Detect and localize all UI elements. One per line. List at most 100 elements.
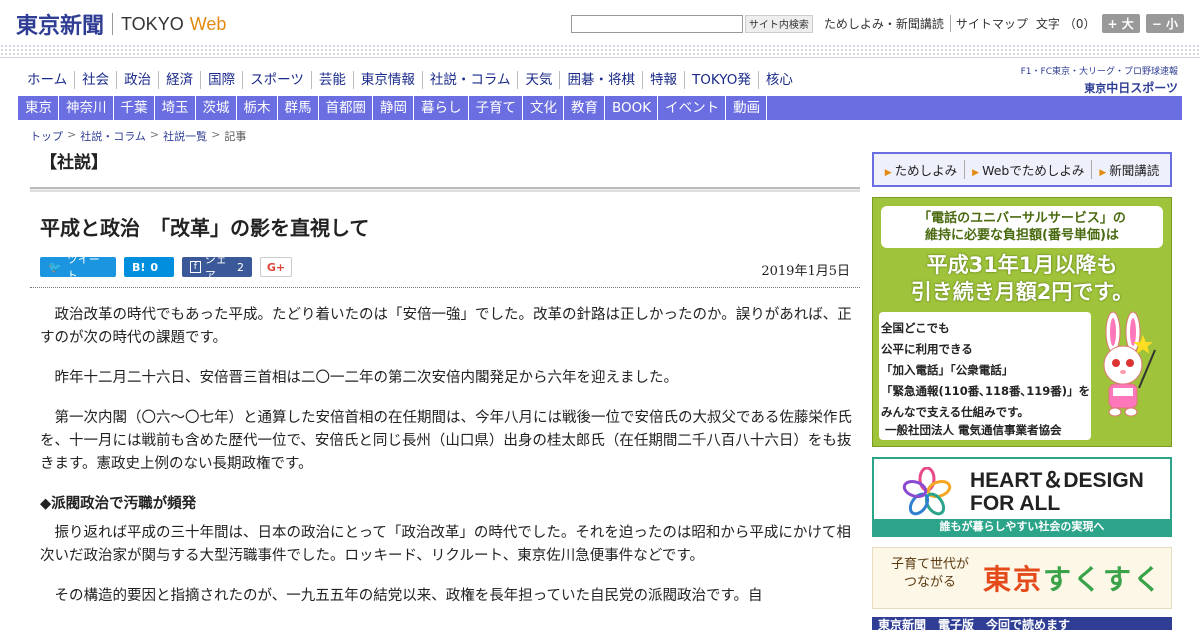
main-nav-item[interactable]: 東京情報 (352, 71, 422, 89)
logo-web: Web (189, 13, 227, 34)
hatena-icon: B! (132, 260, 146, 274)
main-nav-item[interactable]: 社説・コラム (421, 71, 518, 89)
region-nav-item[interactable]: 茨城 (196, 96, 237, 120)
heart-design-title: HEART＆DESIGN FOR ALL (970, 469, 1144, 515)
region-nav-item[interactable]: イベント (658, 96, 727, 120)
main-nav-item[interactable]: TOKYO発 (683, 71, 758, 89)
trial-read-button[interactable]: ▶ ためしよみ (878, 160, 964, 179)
hatena-bookmark-button[interactable]: B! 0 (124, 257, 174, 277)
subscribe-buttons: ▶ ためしよみ ▶ Webでためしよみ ▶ 新聞講読 (872, 152, 1172, 187)
logo-japanese: 東京新聞 (16, 13, 105, 39)
main-nav-item[interactable]: スポーツ (242, 71, 311, 89)
main-nav-item[interactable]: ホーム (20, 71, 74, 89)
ad-sponsor: 一般社団法人 電気通信事業者協会 (885, 423, 1062, 437)
logo-separator (112, 13, 114, 35)
sukusuku-tagline: 子育て世代が つながる (890, 557, 969, 590)
arrow-right-icon: ▶ (1099, 168, 1107, 178)
main-nav-item[interactable]: 囲碁・将棋 (559, 71, 642, 89)
font-size-label: 文字 （0） (1035, 17, 1096, 31)
article-headline: 平成と政治 「改革」の影を直視して (40, 216, 370, 240)
region-nav-item[interactable]: BOOK (605, 96, 659, 120)
article-paragraph: 振り返れば平成の三十年間は、日本の政治にとって「政治改革」の時代でした。それを迫… (40, 525, 851, 564)
article-paragraph: その構造的要因と指摘されたのが、一九五五年の結党以来、政権を長年担っていた自民党… (54, 588, 763, 604)
tokyo-sukusuku-ad[interactable]: 子育て世代が つながる 東京すくすく (872, 547, 1172, 609)
category-divider (30, 187, 860, 192)
region-nav-item[interactable]: 栃木 (237, 96, 278, 120)
sports-banner-title: 東京中日スポーツ (1084, 81, 1178, 95)
article-paragraph: 第一次内閣（〇六～〇七年）と通算した安倍首相の在任期間は、今年八月には戦後一位で… (40, 410, 852, 472)
article-body: 政治改革の時代でもあった平成。たどり着いたのは「安倍一強」でした。改革の針路は正… (30, 304, 860, 608)
facebook-share-button[interactable]: f シェア 2 (182, 253, 252, 282)
arrow-right-icon: ▶ (972, 168, 980, 178)
main-nav-item[interactable]: 経済 (158, 71, 200, 89)
sukusuku-title: 東京すくすく (983, 563, 1164, 596)
article: 【社説】 平成と政治 「改革」の影を直視して 🐦 ツイート B! 0 f シェア 2 … (30, 148, 860, 625)
article-subhead: ◆派閥政治で汚職が頻発 (40, 496, 197, 512)
tweet-button[interactable]: 🐦 ツイート (40, 253, 116, 282)
logo-english: TOKYO (121, 13, 184, 34)
main-nav-item[interactable]: 核心 (757, 71, 800, 89)
region-nav-item[interactable]: 首都圏 (319, 96, 373, 120)
heart-design-tagline: 誰もが暮らしやすい社会の実現へ (874, 519, 1170, 535)
breadcrumb-top[interactable]: トップ (30, 128, 63, 144)
region-nav-item[interactable]: 千葉 (114, 96, 155, 120)
breadcrumb-editorial[interactable]: 社説・コラム (80, 128, 146, 144)
region-nav-item[interactable]: 文化 (523, 96, 564, 120)
region-nav-item[interactable]: 動画 (726, 96, 768, 120)
flower-logo-icon (902, 467, 952, 516)
date-divider (30, 287, 860, 288)
site-header: 東京新聞 TOKYO Web サイト内検索 ためしよみ・新聞講読 サイトマップ … (0, 0, 1200, 44)
main-nav-item[interactable]: 国際 (200, 71, 242, 89)
heart-design-ad[interactable]: HEART＆DESIGN FOR ALL 誰もが暮らしやすい社会の実現へ (872, 457, 1172, 537)
region-nav-item[interactable]: 子育て (469, 96, 523, 120)
article-paragraph: 政治改革の時代でもあった平成。たどり着いたのは「安倍一強」でした。改革の針路は正… (40, 307, 852, 346)
font-size-down-button[interactable]: − 小 (1145, 14, 1184, 33)
main-nav-item[interactable]: 社会 (74, 71, 116, 89)
main-nav-item[interactable]: 政治 (116, 71, 158, 89)
ad-title: 「電話のユニバーサルサービス」の 維持に必要な負担額(番号単価)は (881, 206, 1163, 248)
facebook-icon: f (190, 261, 201, 273)
main-nav-item[interactable]: 特報 (641, 71, 684, 89)
breadcrumb-editorial-list[interactable]: 社説一覧 (163, 128, 207, 144)
main-nav-item[interactable]: 芸能 (310, 71, 353, 89)
arrow-right-icon: ▶ (884, 168, 892, 178)
e-paper-ad[interactable]: 東京新聞 電子版 今回で読めます (872, 617, 1172, 630)
header-dotted-band (0, 44, 1200, 58)
site-search-input[interactable] (570, 14, 743, 33)
subscribe-button[interactable]: ▶ 新聞講読 (1091, 160, 1166, 179)
region-nav-item[interactable]: 埼玉 (155, 96, 196, 120)
region-nav-item[interactable]: 群馬 (278, 96, 319, 120)
article-date: 2019年1月5日 (761, 264, 850, 279)
rabbit-mascot-icon (1103, 311, 1156, 417)
sitemap-link[interactable]: サイトマップ (949, 15, 1028, 32)
region-nav-item[interactable]: 教育 (564, 96, 605, 120)
article-paragraph: 昨年十二月二十六日、安倍晋三首相は二〇一二年の第二次安倍内閣発足から六年を迎えま… (54, 370, 679, 386)
font-size-count: （0） (1063, 17, 1096, 31)
region-nav-item[interactable]: 暮らし (414, 96, 469, 120)
font-size-up-button[interactable]: + 大 (1101, 14, 1140, 33)
e-paper-ad-text: 東京新聞 電子版 今回で読めます (878, 618, 1071, 630)
region-nav-item[interactable]: 東京 (18, 96, 59, 120)
main-nav: ホーム 社会 政治 経済 国際 スポーツ 芸能 東京情報 社説・コラム 天気 囲碁・将棋 特報 TOKY… (20, 71, 800, 89)
main-nav-item[interactable]: 天気 (517, 71, 559, 89)
site-logo[interactable]: 東京新聞 TOKYO Web (16, 8, 226, 40)
ad-headline: 平成31年1月以降も 引き続き月額2円です。 (910, 253, 1134, 304)
region-nav-item[interactable]: 神奈川 (59, 96, 114, 120)
article-category: 【社説】 (40, 153, 108, 173)
universal-service-ad[interactable]: 「電話のユニバーサルサービス」の 維持に必要な負担額(番号単価)は 平成31年1… (872, 197, 1172, 447)
breadcrumb: トップ > 社説・コラム > 社説一覧 > 記事 (30, 128, 247, 144)
sports-banner-subtitle: F1・FC東京・大リーグ・プロ野球速報 (1020, 67, 1178, 77)
region-nav-item[interactable]: 静岡 (373, 96, 414, 120)
web-trial-button[interactable]: ▶ Webでためしよみ (964, 160, 1091, 179)
trial-subscribe-link[interactable]: ためしよみ・新聞講読 (819, 15, 944, 32)
chunichi-sports-banner[interactable]: F1・FC東京・大リーグ・プロ野球速報 東京中日スポーツ (1021, 64, 1178, 96)
share-bar: 🐦 ツイート B! 0 f シェア 2 G+ 2019年1月5日 (30, 253, 860, 282)
google-plus-button[interactable]: G+ (260, 257, 292, 277)
region-nav: 東京 神奈川 千葉 埼玉 茨城 栃木 群馬 首都圏 静岡 暮らし 子育て 文化 教育 BOOK イベント 動画 (18, 96, 1182, 120)
site-search-button[interactable]: サイト内検索 (744, 14, 813, 33)
hatena-count: 0 (150, 260, 159, 274)
twitter-bird-icon: 🐦 (48, 260, 62, 274)
facebook-count: 2 (237, 260, 244, 274)
ad-body-text: 全国どこでも 公平に利用できる 「加入電話」「公衆電話」 「緊急通報(110番､… (881, 321, 1091, 419)
breadcrumb-current: 記事 (224, 130, 247, 143)
